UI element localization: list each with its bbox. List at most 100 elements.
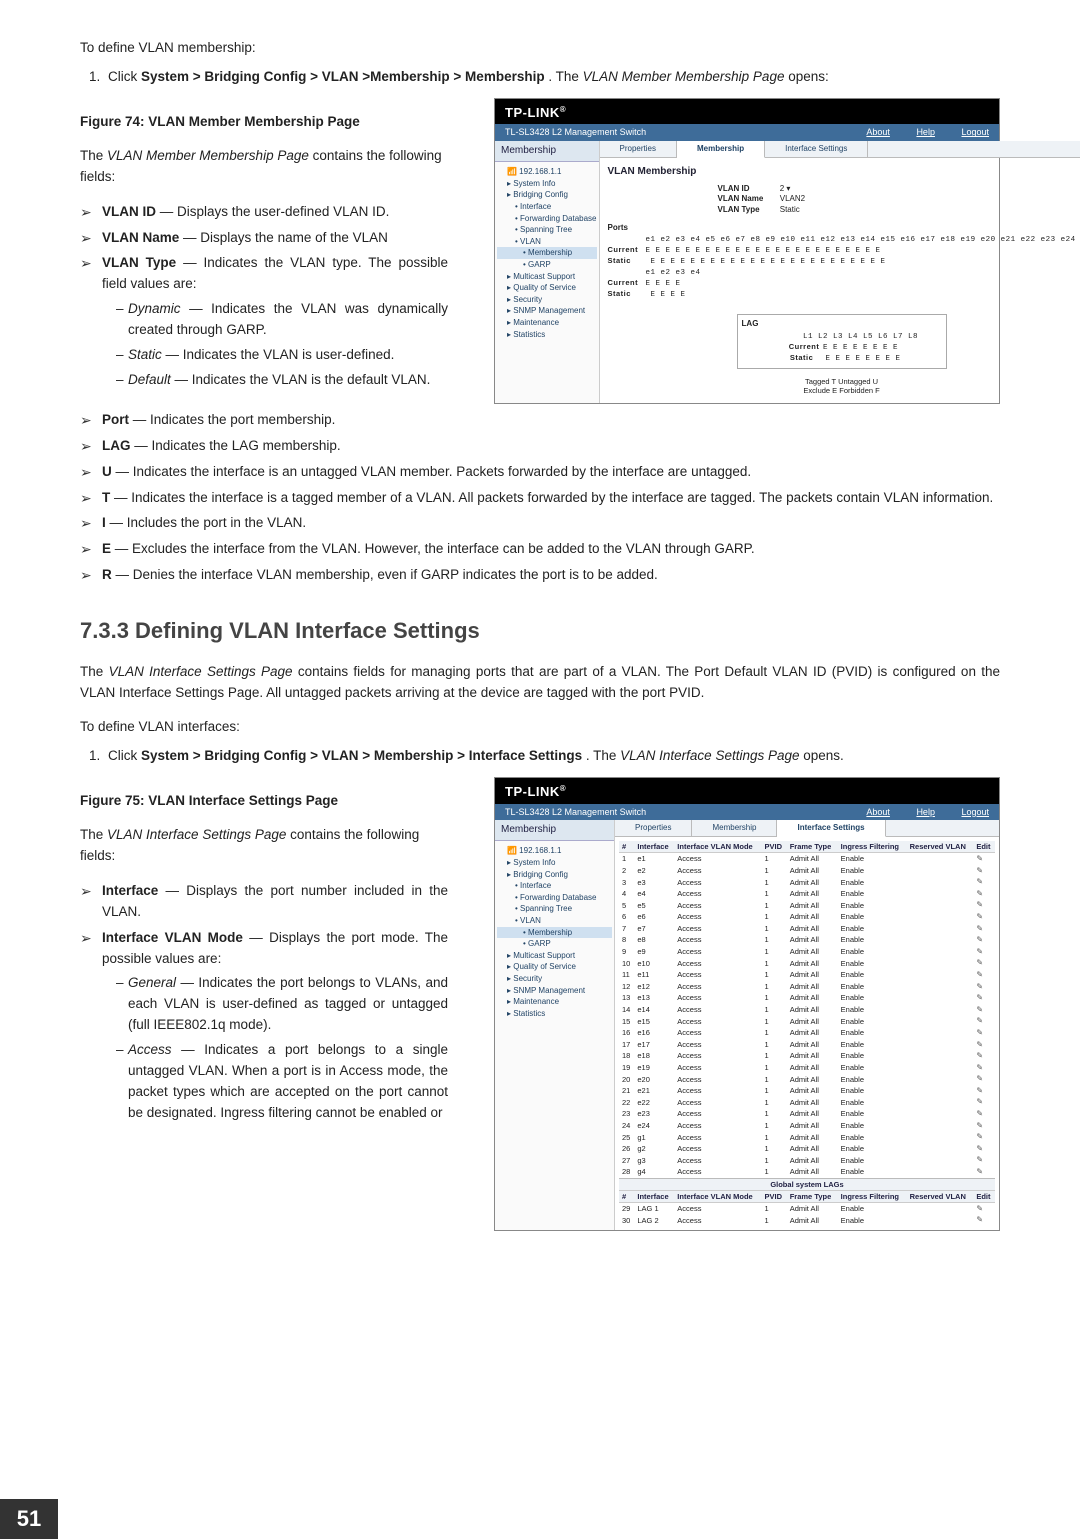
tree-item[interactable]: • Interface <box>497 880 612 892</box>
fig74-tree[interactable]: 📶 192.168.1.1▸ System Info▸ Bridging Con… <box>497 166 597 340</box>
table-row: 8e8Access1Admit AllEnable <box>619 934 995 946</box>
tree-item[interactable]: ▸ SNMP Management <box>497 985 612 997</box>
edit-icon[interactable] <box>973 865 995 877</box>
tree-item[interactable]: • Spanning Tree <box>497 903 612 915</box>
link-about[interactable]: About <box>866 807 890 817</box>
table-row: 4e4Access1Admit AllEnable <box>619 888 995 900</box>
edit-icon[interactable] <box>973 1096 995 1108</box>
link-help[interactable]: Help <box>916 807 935 817</box>
edit-icon[interactable] <box>973 946 995 958</box>
table-row: 12e12Access1Admit AllEnable <box>619 981 995 993</box>
edit-icon[interactable] <box>973 876 995 888</box>
field-sub-item: Dynamic — Indicates the VLAN was dynamic… <box>116 299 448 341</box>
table-row: 1e1Access1Admit AllEnable <box>619 853 995 865</box>
edit-icon[interactable] <box>973 1166 995 1178</box>
s1-step-pagename: VLAN Member Membership Page <box>583 69 785 84</box>
link-logout[interactable]: Logout <box>961 807 989 817</box>
edit-icon[interactable] <box>973 1015 995 1027</box>
tree-item[interactable]: ▸ System Info <box>497 857 612 869</box>
edit-icon[interactable] <box>973 899 995 911</box>
tab-properties[interactable]: Properties <box>615 820 692 836</box>
edit-icon[interactable] <box>973 1004 995 1016</box>
tree-item[interactable]: • Forwarding Database <box>497 892 612 904</box>
edit-icon[interactable] <box>973 1085 995 1097</box>
tree-item[interactable]: ▸ Maintenance <box>497 996 612 1008</box>
field-item: R — Denies the interface VLAN membership… <box>80 565 1000 586</box>
tree-item[interactable]: ▸ Security <box>497 973 612 985</box>
s2-contains: The VLAN Interface Settings Page contain… <box>80 825 448 867</box>
edit-icon[interactable] <box>973 911 995 923</box>
table-row: 20e20Access1Admit AllEnable <box>619 1073 995 1085</box>
fig75-tree[interactable]: 📶 192.168.1.1▸ System Info▸ Bridging Con… <box>497 845 612 1019</box>
tree-item[interactable]: ▸ Bridging Config <box>497 869 612 881</box>
edit-icon[interactable] <box>973 1027 995 1039</box>
tree-item[interactable]: ▸ Statistics <box>497 1008 612 1020</box>
edit-icon[interactable] <box>973 1214 995 1226</box>
s1-step-path: System > Bridging Config > VLAN >Members… <box>141 69 545 84</box>
link-help[interactable]: Help <box>916 127 935 137</box>
tree-item[interactable]: ▸ Security <box>497 294 597 306</box>
table-row: 9e9Access1Admit AllEnable <box>619 946 995 958</box>
link-about[interactable]: About <box>866 127 890 137</box>
field-sub-item: General — Indicates the port belongs to … <box>116 973 448 1036</box>
edit-icon[interactable] <box>973 957 995 969</box>
tree-item[interactable]: • Membership <box>497 247 597 259</box>
edit-icon[interactable] <box>973 981 995 993</box>
tree-item[interactable]: ▸ Quality of Service <box>497 282 597 294</box>
edit-icon[interactable] <box>973 969 995 981</box>
s1-step1: Click System > Bridging Config > VLAN >M… <box>104 67 1000 88</box>
table-header-row: #InterfaceInterface VLAN ModePVIDFrame T… <box>619 841 995 853</box>
vlan-id-select[interactable]: 2 ▾ <box>780 184 791 193</box>
edit-icon[interactable] <box>973 992 995 1004</box>
edit-icon[interactable] <box>973 1202 995 1214</box>
edit-icon[interactable] <box>973 1143 995 1155</box>
fig75-titlebar: TL-SL3428 L2 Management Switch About Hel… <box>495 804 999 821</box>
edit-icon[interactable] <box>973 1050 995 1062</box>
table-row: 3e3Access1Admit AllEnable <box>619 876 995 888</box>
edit-icon[interactable] <box>973 1154 995 1166</box>
tab-membership[interactable]: Membership <box>692 820 777 836</box>
edit-icon[interactable] <box>973 934 995 946</box>
tree-item[interactable]: • Forwarding Database <box>497 213 597 225</box>
tab-interface-settings[interactable]: Interface Settings <box>765 141 868 157</box>
s1-steps: Click System > Bridging Config > VLAN >M… <box>80 67 1000 88</box>
fig74-device: TL-SL3428 L2 Management Switch <box>505 127 646 138</box>
edit-icon[interactable] <box>973 1073 995 1085</box>
tree-item[interactable]: ▸ System Info <box>497 178 597 190</box>
table-header-row: #InterfaceInterface VLAN ModePVIDFrame T… <box>619 1190 995 1202</box>
edit-icon[interactable] <box>973 1120 995 1132</box>
tree-item[interactable]: ▸ Multicast Support <box>497 950 612 962</box>
table-row: 18e18Access1Admit AllEnable <box>619 1050 995 1062</box>
tree-item[interactable]: ▸ SNMP Management <box>497 305 597 317</box>
tab-interface-settings[interactable]: Interface Settings <box>777 820 885 837</box>
tree-item[interactable]: • Membership <box>497 927 612 939</box>
tree-item[interactable]: • VLAN <box>497 915 612 927</box>
tab-membership[interactable]: Membership <box>677 141 765 158</box>
edit-icon[interactable] <box>973 853 995 865</box>
tree-item[interactable]: ▸ Quality of Service <box>497 961 612 973</box>
tree-item[interactable]: • GARP <box>497 938 612 950</box>
section-7-3-3-heading: 7.3.3 Defining VLAN Interface Settings <box>80 614 1000 648</box>
port-static-row[interactable]: E E E E E E E E E E E E E E E E E E E E … <box>646 258 886 266</box>
page-number: 51 <box>0 1499 58 1539</box>
edit-icon[interactable] <box>973 888 995 900</box>
tree-item[interactable]: ▸ Maintenance <box>497 317 597 329</box>
edit-icon[interactable] <box>973 1108 995 1120</box>
edit-icon[interactable] <box>973 1131 995 1143</box>
edit-icon[interactable] <box>973 1062 995 1074</box>
tree-item[interactable]: ▸ Multicast Support <box>497 271 597 283</box>
tree-item[interactable]: • GARP <box>497 259 597 271</box>
ports-label: Ports <box>608 223 1076 233</box>
tree-item[interactable]: ▸ Bridging Config <box>497 189 597 201</box>
s2-steps: Click System > Bridging Config > VLAN > … <box>80 746 1000 767</box>
table-row: 22e22Access1Admit AllEnable <box>619 1096 995 1108</box>
tab-properties[interactable]: Properties <box>600 141 677 157</box>
tree-item[interactable]: • Spanning Tree <box>497 224 597 236</box>
edit-icon[interactable] <box>973 1039 995 1051</box>
tree-item[interactable]: • VLAN <box>497 236 597 248</box>
fig75-logo: TP-LINK® <box>495 778 999 804</box>
tree-item[interactable]: ▸ Statistics <box>497 329 597 341</box>
edit-icon[interactable] <box>973 923 995 935</box>
tree-item[interactable]: • Interface <box>497 201 597 213</box>
link-logout[interactable]: Logout <box>961 127 989 137</box>
